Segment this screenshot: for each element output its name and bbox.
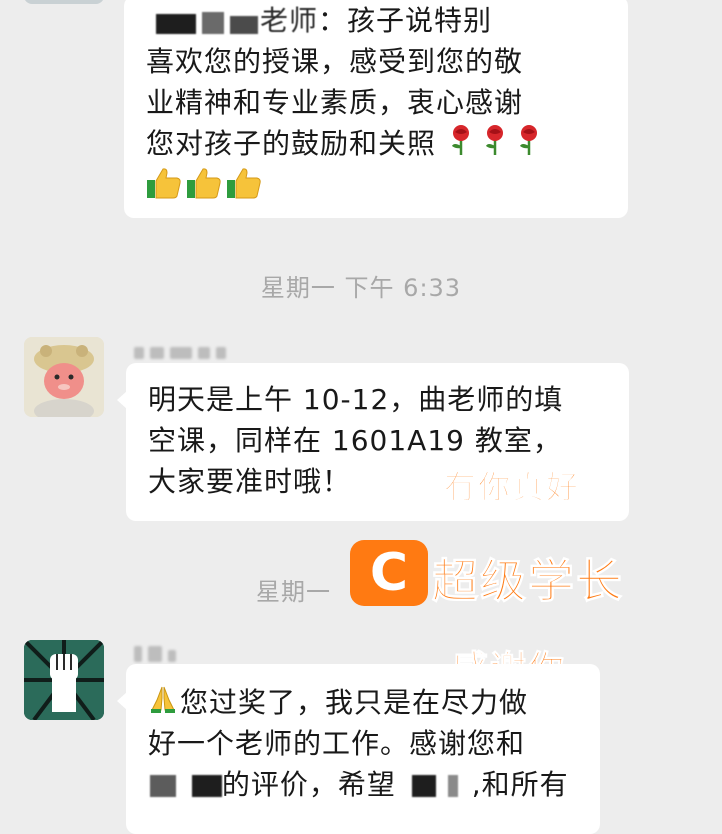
message-text: 您对孩子的鼓励和关照 bbox=[146, 127, 437, 160]
rose-icon bbox=[446, 124, 476, 167]
message-line: 老师：孩子说特别 bbox=[146, 0, 606, 41]
timestamp-text: 星期一 bbox=[256, 578, 331, 606]
message-text: 的评价，希望 bbox=[221, 768, 396, 801]
brand-watermark: 超级学长 bbox=[432, 554, 624, 609]
message-line: 喜欢您的授课，感受到您的敬 bbox=[146, 45, 524, 78]
message-bubble[interactable]: 您过奖了，我只是在尽力做 好一个老师的工作。感谢您和 的评价，希望 ,和所有 bbox=[117, 664, 600, 834]
caption-watermark: 有你真好 bbox=[443, 468, 581, 507]
redacted-name bbox=[156, 10, 260, 34]
sender-name-redacted bbox=[134, 646, 182, 662]
rose-icon bbox=[480, 124, 510, 167]
message-line: 的评价，希望 ,和所有 bbox=[148, 764, 578, 805]
message-text: ：孩子说特别 bbox=[318, 4, 493, 37]
thumbs-up-icon bbox=[226, 166, 262, 211]
message-bubble[interactable]: 老师：孩子说特别 喜欢您的授课，感受到您的敬 业精神和专业素质，衷心感谢 您对孩… bbox=[124, 0, 628, 218]
redacted-name bbox=[411, 775, 436, 797]
redacted-name bbox=[447, 775, 458, 797]
folded-hands-icon bbox=[148, 684, 178, 725]
avatar-image bbox=[24, 337, 104, 417]
teacher-title: 老师 bbox=[260, 4, 319, 37]
message-line: 业精神和专业素质，衷心感谢 bbox=[146, 86, 524, 119]
message-text: 您过奖了，我只是在尽力做 bbox=[180, 686, 529, 719]
message-text: ,和所有 bbox=[471, 768, 569, 801]
message-line: 明天是上午 10-12，曲老师的填 bbox=[148, 383, 564, 416]
avatar-top-partial[interactable] bbox=[24, 0, 104, 4]
redacted-name bbox=[150, 775, 176, 797]
brand-logo-letter: C bbox=[369, 543, 409, 603]
thumbs-up-icon bbox=[186, 166, 222, 211]
message-line bbox=[146, 164, 606, 207]
chat-timestamp: 星期一 下午 6:33 bbox=[260, 274, 462, 302]
avatar[interactable] bbox=[24, 337, 104, 417]
message-line: 您过奖了，我只是在尽力做 bbox=[148, 682, 578, 723]
rose-icon bbox=[514, 124, 544, 167]
thumbs-up-icon bbox=[146, 166, 182, 211]
redacted-name bbox=[191, 775, 222, 797]
avatar[interactable] bbox=[24, 640, 104, 720]
message-line: 您对孩子的鼓励和关照 bbox=[146, 123, 606, 164]
brand-logo: C bbox=[350, 540, 428, 606]
chat-timestamp: 星期一 bbox=[256, 572, 331, 607]
avatar-image bbox=[24, 640, 104, 720]
message-line: 空课，同样在 1601A19 教室， bbox=[148, 424, 562, 457]
message-line: 好一个老师的工作。感谢您和 bbox=[148, 727, 526, 760]
sender-name-redacted bbox=[134, 344, 232, 360]
